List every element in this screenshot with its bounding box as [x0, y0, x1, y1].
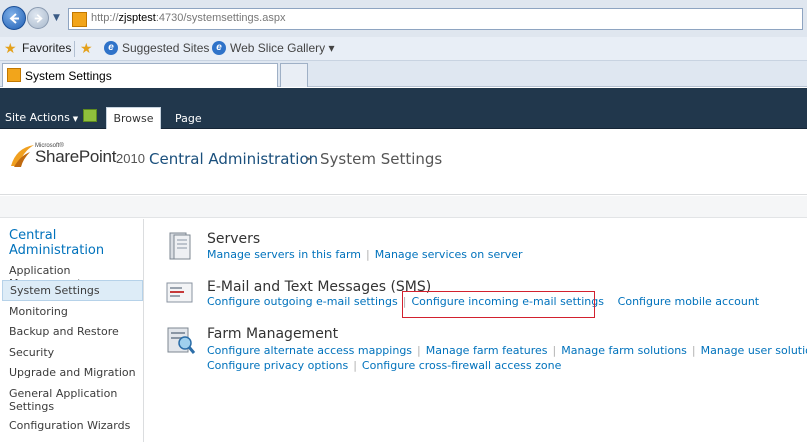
manage-farm-features-link[interactable]: Manage farm features [426, 344, 548, 357]
divider [74, 41, 75, 57]
forward-button[interactable] [27, 7, 49, 29]
highlight-annotation-box [402, 291, 595, 318]
web-slice-gallery-button[interactable]: e Web Slice Gallery ▾ [212, 41, 335, 55]
section-title: Farm Management [207, 326, 339, 342]
section-links: Configure alternate access mappings | Mana… [207, 344, 807, 357]
manage-services-link[interactable]: Manage services on server [375, 248, 523, 261]
title-divider-band [0, 196, 807, 218]
new-tab-button[interactable] [280, 63, 308, 87]
add-to-favorites-button[interactable]: ★ [80, 41, 98, 55]
logo-year-text: 2010 [116, 151, 145, 166]
nav-item-upgrade-migration[interactable]: Upgrade and Migration [9, 366, 141, 379]
sharepoint-ribbon: Site Actions ▼ Browse Page [0, 88, 807, 129]
tab-browse[interactable]: Browse [106, 107, 161, 129]
link-separator: | [552, 344, 557, 357]
link-separator: | [691, 344, 696, 357]
history-dropdown-icon[interactable]: ▼ [53, 13, 60, 23]
manage-farm-solutions-link[interactable]: Manage farm solutions [561, 344, 687, 357]
nav-item-configuration-wizards[interactable]: Configuration Wizards [9, 419, 141, 432]
navigate-up-icon[interactable] [83, 109, 97, 122]
logo-product-text: SharePoint [35, 147, 117, 166]
section-title: E-Mail and Text Messages (SMS) [207, 279, 432, 295]
section-links: Configure privacy options | Configure cros… [207, 359, 561, 372]
configure-outgoing-email-link[interactable]: Configure outgoing e-mail settings [207, 295, 398, 308]
favorites-button[interactable]: ★ Favorites [4, 41, 71, 55]
address-field[interactable]: http://zjsptest:4730/systemsettings.aspx [68, 8, 803, 30]
arrow-right-icon [34, 14, 43, 23]
back-button[interactable] [2, 6, 26, 30]
manage-user-solutions-link[interactable]: Manage user solutions [701, 344, 807, 357]
browser-tab-strip: System Settings [0, 61, 807, 87]
browser-tab-active[interactable]: System Settings [2, 63, 278, 87]
link-separator: | [366, 248, 370, 261]
email-icon [166, 282, 193, 303]
site-favicon-icon [72, 12, 87, 27]
browser-address-bar-row: ▼ http://zjsptest:4730/systemsettings.as… [0, 0, 807, 37]
site-actions-menu[interactable]: Site Actions ▼ [5, 111, 78, 124]
link-separator: | [609, 295, 613, 308]
ie-icon: e [212, 41, 226, 55]
nav-item-system-settings[interactable]: System Settings [2, 280, 143, 301]
manage-servers-link[interactable]: Manage servers in this farm [207, 248, 361, 261]
favorites-bar: ★ Favorites ★ e Suggested Sites ▾ e Web … [0, 37, 807, 61]
configure-mobile-account-link[interactable]: Configure mobile account [618, 295, 759, 308]
nav-item-general-application-settings[interactable]: General Application Settings [9, 387, 127, 413]
sharepoint-logo-icon [11, 145, 34, 167]
star-icon: ★ [4, 40, 17, 56]
section-title: Servers [207, 231, 261, 247]
page-title-area: Microsoft® SharePoint 2010 Central Admin… [0, 129, 807, 195]
suggested-sites-button[interactable]: e Suggested Sites ▾ [104, 41, 219, 55]
configure-cross-firewall-link[interactable]: Configure cross-firewall access zone [362, 359, 561, 372]
site-favicon-icon [7, 68, 21, 82]
ie-icon: e [104, 41, 118, 55]
nav-item-backup-restore[interactable]: Backup and Restore [9, 325, 141, 338]
chevron-down-icon: ▼ [72, 115, 79, 123]
link-separator: | [353, 359, 357, 372]
tab-page[interactable]: Page [175, 112, 202, 125]
add-favorite-icon: ★ [80, 40, 93, 56]
quick-launch-nav: Central Administration Application Manag… [0, 219, 144, 442]
nav-item-security[interactable]: Security [9, 346, 141, 359]
arrow-left-icon [9, 13, 19, 24]
configure-privacy-options-link[interactable]: Configure privacy options [207, 359, 348, 372]
servers-icon [169, 232, 191, 260]
quick-launch-heading[interactable]: Central Administration [9, 228, 129, 258]
farm-management-icon [167, 327, 196, 354]
url-text[interactable]: http://zjsptest:4730/systemsettings.aspx [91, 12, 285, 24]
configure-alternate-access-link[interactable]: Configure alternate access mappings [207, 344, 412, 357]
link-separator: | [417, 344, 421, 357]
breadcrumb-separator-icon: ▸ [307, 154, 312, 163]
page-title: System Settings [320, 150, 443, 168]
breadcrumb-root-link[interactable]: Central Administration [149, 150, 318, 168]
nav-item-monitoring[interactable]: Monitoring [9, 305, 141, 318]
section-links: Manage servers in this farm | Manage servi… [207, 248, 523, 261]
